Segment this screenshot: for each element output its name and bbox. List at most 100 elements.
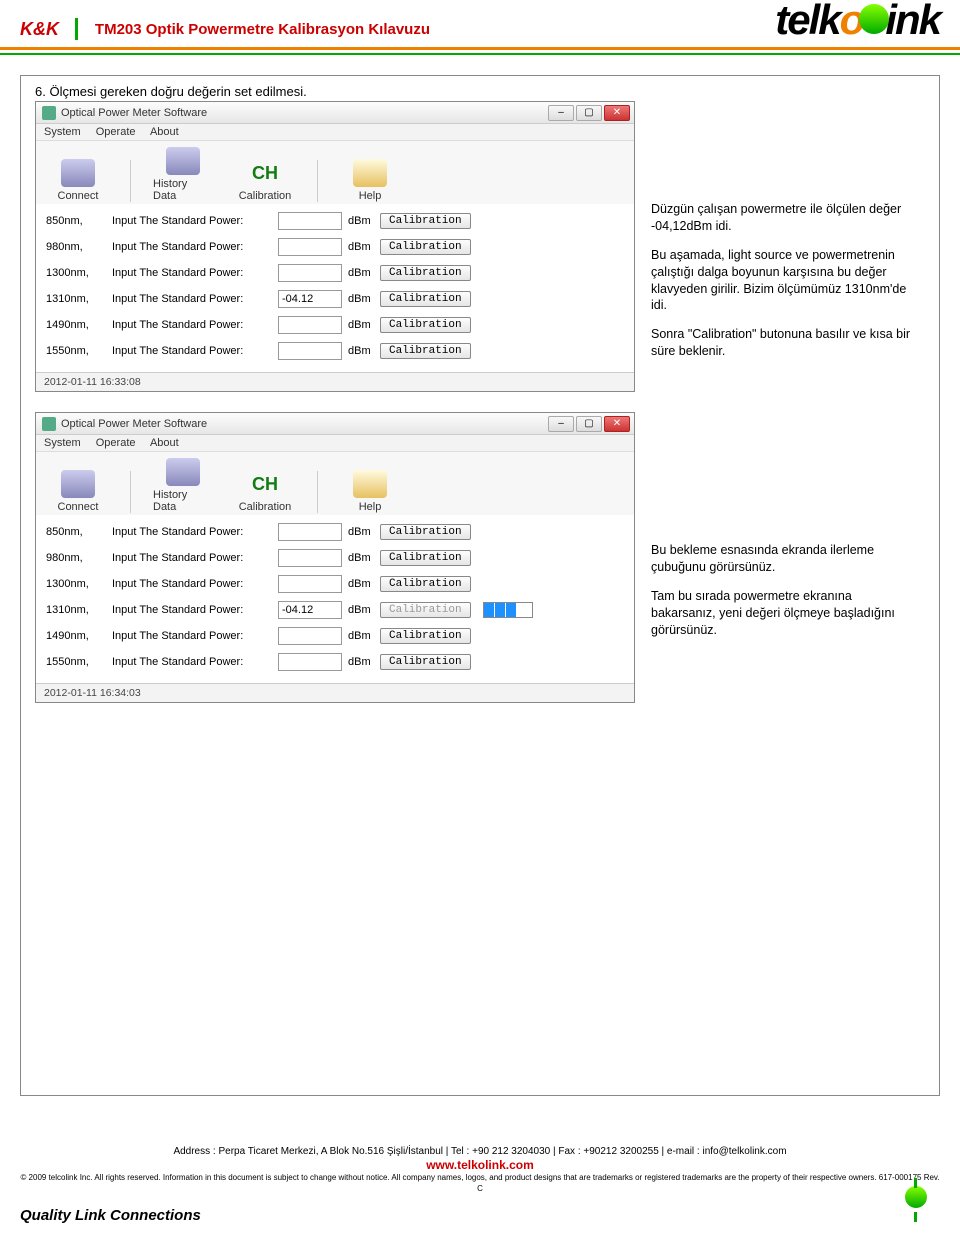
wavelength-label: 850nm, (46, 526, 106, 538)
calibration-rows: 850nm, Input The Standard Power: dBm Calibr… (36, 515, 634, 683)
maximize-button[interactable]: ▢ (576, 105, 602, 121)
power-input[interactable] (278, 575, 342, 593)
window-buttons: – ▢ ✕ (548, 416, 630, 432)
tool-connect[interactable]: Connect (48, 470, 108, 513)
power-input[interactable] (278, 523, 342, 541)
calibration-button[interactable]: Calibration (380, 628, 471, 644)
calibration-button[interactable]: Calibration (380, 576, 471, 592)
input-label: Input The Standard Power: (112, 241, 272, 253)
menu-about[interactable]: About (150, 437, 179, 449)
wavelength-label: 1310nm, (46, 604, 106, 616)
paragraph: Düzgün çalışan powermetre ile ölçülen de… (651, 201, 911, 235)
app-icon (42, 106, 56, 120)
tool-calibration[interactable]: CHCalibration (235, 470, 295, 513)
calibration-button[interactable]: Calibration (380, 317, 471, 333)
tool-help-label: Help (359, 501, 382, 513)
power-input[interactable] (278, 601, 342, 619)
unit-label: dBm (348, 526, 374, 538)
calibration-row: 1300nm,Input The Standard Power:dBmCalib… (46, 264, 624, 282)
calibration-rows: 850nm,Input The Standard Power:dBmCalibr… (36, 204, 634, 372)
connect-icon (61, 470, 95, 498)
power-input[interactable] (278, 264, 342, 282)
titlebar: Optical Power Meter Software – ▢ ✕ (36, 413, 634, 435)
power-input[interactable] (278, 238, 342, 256)
separator-icon (317, 471, 318, 513)
unit-label: dBm (348, 215, 374, 227)
calibration-button[interactable]: Calibration (380, 213, 471, 229)
footer-address: Address : Perpa Ticaret Merkezi, A Blok … (20, 1145, 940, 1158)
calibration-button[interactable]: Calibration (380, 654, 471, 670)
window-title: Optical Power Meter Software (61, 418, 548, 430)
separator-icon (130, 471, 131, 513)
app-window-2: Optical Power Meter Software – ▢ ✕ Syste… (35, 412, 635, 703)
minimize-button[interactable]: – (548, 105, 574, 121)
menu-system[interactable]: System (44, 126, 81, 138)
history-icon (166, 147, 200, 175)
footer-ball-icon (902, 1186, 930, 1214)
tool-calibration[interactable]: CHCalibration (235, 159, 295, 202)
tool-history[interactable]: History Data (153, 147, 213, 202)
tool-connect-label: Connect (58, 501, 99, 513)
footer-url: www.telkolink.com (20, 1158, 940, 1174)
menu-about[interactable]: About (150, 126, 179, 138)
close-button[interactable]: ✕ (604, 416, 630, 432)
menu-operate[interactable]: Operate (96, 437, 136, 449)
calibration-row: 1490nm,Input The Standard Power:dBmCalib… (46, 627, 624, 645)
calibration-button[interactable]: Calibration (380, 602, 471, 618)
power-input[interactable] (278, 212, 342, 230)
wavelength-label: 1300nm, (46, 578, 106, 590)
calibration-row: 1490nm,Input The Standard Power:dBmCalib… (46, 316, 624, 334)
maximize-button[interactable]: ▢ (576, 416, 602, 432)
power-input[interactable] (278, 316, 342, 334)
calibration-button[interactable]: Calibration (380, 524, 471, 540)
power-input[interactable] (278, 627, 342, 645)
wavelength-label: 1300nm, (46, 267, 106, 279)
input-label: Input The Standard Power: (112, 526, 272, 538)
history-icon (166, 458, 200, 486)
titlebar: Optical Power Meter Software – ▢ ✕ (36, 102, 634, 124)
power-input[interactable] (278, 342, 342, 360)
paragraph: Tam bu sırada powermetre ekranına bakars… (651, 588, 911, 639)
tool-help[interactable]: Help (340, 159, 400, 202)
wavelength-label: 1490nm, (46, 319, 106, 331)
tool-help[interactable]: Help (340, 470, 400, 513)
minimize-button[interactable]: – (548, 416, 574, 432)
tool-history[interactable]: History Data (153, 458, 213, 513)
menu-operate[interactable]: Operate (96, 126, 136, 138)
input-label: Input The Standard Power: (112, 345, 272, 357)
footer: Address : Perpa Ticaret Merkezi, A Blok … (20, 1145, 940, 1194)
menubar: System Operate About (36, 435, 634, 452)
calibration-button[interactable]: Calibration (380, 343, 471, 359)
power-input[interactable] (278, 653, 342, 671)
separator-icon (130, 160, 131, 202)
paragraph: Sonra "Calibration" butonuna basılır ve … (651, 326, 911, 360)
input-label: Input The Standard Power: (112, 293, 272, 305)
paragraph: Bu bekleme esnasında ekranda ilerleme çu… (651, 542, 911, 576)
window-title: Optical Power Meter Software (61, 107, 548, 119)
tool-history-label: History Data (153, 178, 213, 202)
power-input[interactable] (278, 549, 342, 567)
unit-label: dBm (348, 552, 374, 564)
power-input[interactable] (278, 290, 342, 308)
close-button[interactable]: ✕ (604, 105, 630, 121)
unit-label: dBm (348, 604, 374, 616)
calibration-row: 850nm,Input The Standard Power:dBmCalibr… (46, 212, 624, 230)
calibration-row: 1300nm,Input The Standard Power:dBmCalib… (46, 575, 624, 593)
input-label: Input The Standard Power: (112, 215, 272, 227)
calibration-button[interactable]: Calibration (380, 550, 471, 566)
calibration-row: 980nm,Input The Standard Power:dBmCalibr… (46, 549, 624, 567)
quality-link-connections: Quality Link Connections (20, 1207, 201, 1224)
document-header: K&K TM203 Optik Powermetre Kalibrasyon K… (0, 0, 960, 50)
calibration-button[interactable]: Calibration (380, 265, 471, 281)
wavelength-label: 1550nm, (46, 656, 106, 668)
menubar: System Operate About (36, 124, 634, 141)
calibration-row: 850nm, Input The Standard Power: dBm Calibr… (46, 523, 624, 541)
menu-system[interactable]: System (44, 437, 81, 449)
calibration-row: 980nm,Input The Standard Power:dBmCalibr… (46, 238, 624, 256)
tool-connect-label: Connect (58, 190, 99, 202)
calibration-button[interactable]: Calibration (380, 239, 471, 255)
unit-label: dBm (348, 293, 374, 305)
tool-connect[interactable]: Connect (48, 159, 108, 202)
calibration-button[interactable]: Calibration (380, 291, 471, 307)
section-heading: 6. Ölçmesi gereken doğru değerin set edi… (35, 84, 925, 99)
